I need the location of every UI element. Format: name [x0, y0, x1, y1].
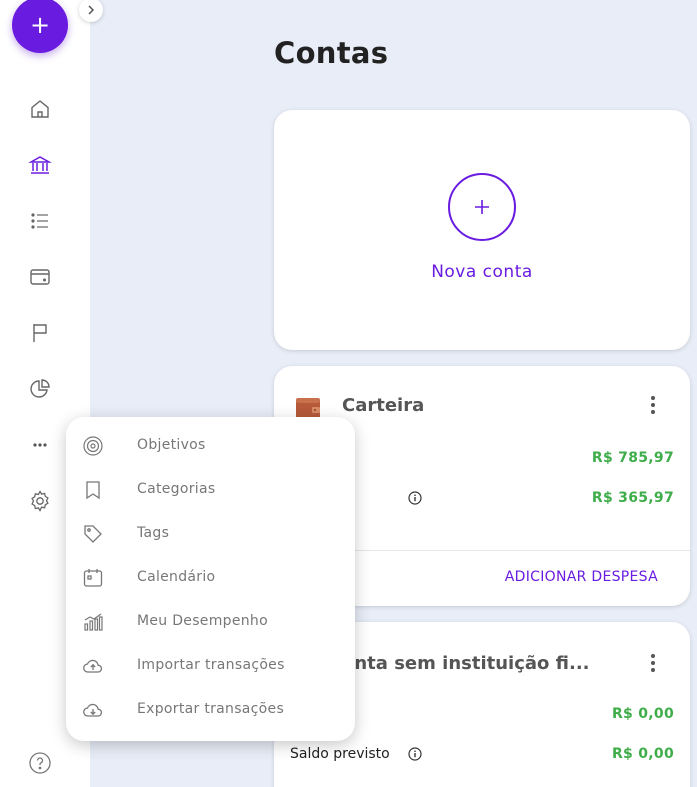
menu-item-objetivos[interactable]: Objetivos	[66, 425, 355, 469]
chevron-right-icon	[88, 5, 95, 15]
new-account-card[interactable]: Nova conta	[274, 110, 690, 350]
menu-item-label: Objetivos	[137, 437, 206, 453]
sidebar-collapse-button[interactable]	[79, 0, 103, 22]
account-name: Carteira	[342, 395, 425, 416]
forecast-balance-value: R$ 0,00	[611, 746, 674, 762]
account-menu-icon[interactable]	[650, 396, 656, 416]
performance-chart-icon	[84, 613, 103, 631]
current-balance-value: R$ 785,97	[591, 450, 674, 466]
more-icon[interactable]	[28, 433, 52, 457]
forecast-balance-value: R$ 365,97	[591, 490, 674, 506]
page-title: Contas	[274, 36, 389, 70]
pie-chart-icon[interactable]	[28, 377, 52, 401]
bookmark-icon	[86, 481, 100, 500]
card-icon[interactable]	[28, 265, 52, 289]
cloud-upload-icon	[83, 659, 103, 673]
current-balance-value: R$ 0,00	[611, 706, 674, 722]
tag-icon	[84, 525, 102, 543]
account-name: onta sem instituição fi...	[342, 653, 590, 674]
menu-item-label: Exportar transações	[137, 701, 285, 717]
home-icon[interactable]	[28, 97, 52, 121]
flag-icon[interactable]	[28, 321, 52, 345]
info-icon[interactable]	[408, 747, 422, 761]
bank-icon[interactable]	[28, 153, 52, 177]
plus-icon	[448, 173, 516, 241]
menu-item-tags[interactable]: Tags	[66, 513, 355, 557]
info-icon[interactable]	[408, 491, 422, 505]
menu-item-exportar[interactable]: Exportar transações	[66, 689, 355, 733]
add-button[interactable]: +	[12, 0, 68, 53]
menu-item-label: Categorias	[137, 481, 216, 497]
add-expense-button[interactable]: ADICIONAR DESPESA	[505, 569, 658, 585]
new-account-label: Nova conta	[431, 262, 533, 282]
menu-item-calendario[interactable]: Calendário	[66, 557, 355, 601]
account-menu-icon[interactable]	[650, 654, 656, 674]
target-icon	[83, 436, 103, 456]
help-icon[interactable]	[28, 751, 52, 775]
cloud-download-icon	[83, 703, 103, 717]
menu-item-meu-desempenho[interactable]: Meu Desempenho	[66, 601, 355, 645]
menu-item-importar[interactable]: Importar transações	[66, 645, 355, 689]
list-icon[interactable]	[28, 209, 52, 233]
menu-item-categorias[interactable]: Categorias	[66, 469, 355, 513]
menu-item-label: Tags	[137, 525, 170, 541]
menu-item-label: Importar transações	[137, 657, 285, 673]
more-menu: Objetivos Categorias Tags Calendário Meu…	[66, 417, 355, 741]
menu-item-label: Calendário	[137, 569, 216, 585]
menu-item-label: Meu Desempenho	[137, 613, 268, 629]
gear-icon[interactable]	[28, 489, 52, 513]
calendar-icon	[83, 569, 103, 587]
forecast-balance-label: Saldo previsto	[290, 746, 390, 762]
